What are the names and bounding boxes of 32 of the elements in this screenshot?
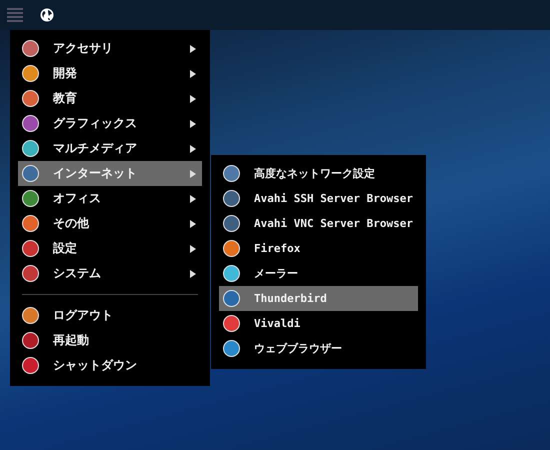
menu-item[interactable]: メーラー xyxy=(219,261,418,286)
menu-item[interactable]: 教育 xyxy=(18,86,202,111)
submenu-arrow-icon xyxy=(190,70,196,78)
menu-item[interactable]: その他 xyxy=(18,211,202,236)
menu-item[interactable]: シャットダウン xyxy=(18,353,202,378)
submenu-arrow-icon xyxy=(190,170,196,178)
submenu-arrow-icon xyxy=(190,94,196,102)
menu-item[interactable]: インターネット xyxy=(18,161,202,186)
menu-item[interactable]: マルチメディア xyxy=(18,136,202,161)
submenu-arrow-icon xyxy=(190,44,196,52)
menu-item[interactable]: ログアウト xyxy=(18,303,202,328)
submenu-arrow-icon xyxy=(190,194,196,202)
menu-item[interactable]: アクセサリ xyxy=(18,36,202,61)
menu-item[interactable]: システム xyxy=(18,261,202,286)
menu-item[interactable]: 高度なネットワーク設定 xyxy=(219,161,418,186)
menu-item[interactable]: 設定 xyxy=(18,236,202,261)
menu-item[interactable]: グラフィックス xyxy=(18,111,202,136)
menu-item[interactable]: Firefox xyxy=(219,236,418,261)
menu-item[interactable]: 開発 xyxy=(18,61,202,86)
submenu-arrow-icon xyxy=(190,220,196,228)
menu-item[interactable]: Vivaldi xyxy=(219,311,418,336)
submenu-arrow-icon xyxy=(190,244,196,252)
globe-icon[interactable] xyxy=(40,8,54,22)
menu-item[interactable]: 再起動 xyxy=(18,328,202,353)
submenu-arrow-icon xyxy=(190,120,196,128)
submenu-arrow-icon xyxy=(190,144,196,152)
menu-item[interactable]: Avahi VNC Server Browser xyxy=(219,211,418,236)
submenu-arrow-icon xyxy=(190,270,196,278)
menu-item[interactable]: Avahi SSH Server Browser xyxy=(219,186,418,211)
menu-item[interactable]: オフィス xyxy=(18,186,202,211)
menu-item[interactable]: ウェブブラウザー xyxy=(219,336,418,361)
menu-item[interactable]: Thunderbird xyxy=(219,286,418,311)
